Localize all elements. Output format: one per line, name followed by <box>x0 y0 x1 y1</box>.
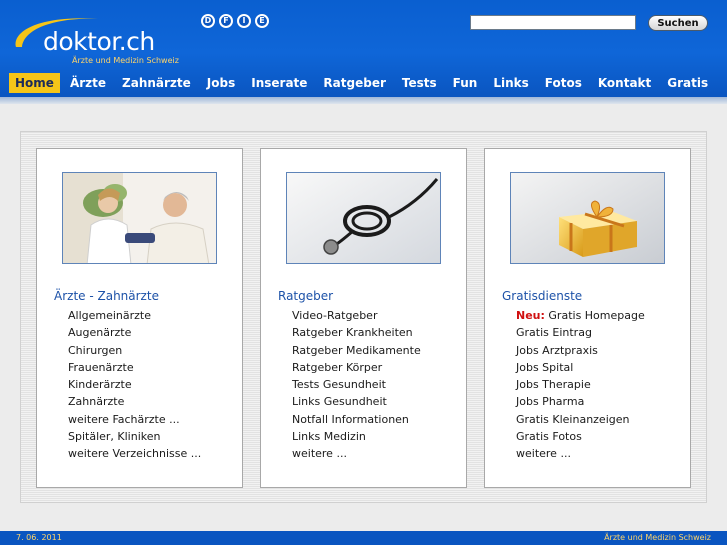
nav-item-kontakt[interactable]: Kontakt <box>590 73 659 93</box>
stethoscope-photo[interactable] <box>286 172 441 264</box>
list-item[interactable]: weitere ... <box>516 445 645 462</box>
column-gratisdienste: Gratisdienste Neu: Gratis Homepage Grati… <box>484 148 691 488</box>
list-item[interactable]: Zahnärzte <box>68 393 201 410</box>
language-switcher: D F I E <box>201 14 269 28</box>
site-header: doktor.ch Ärzte und Medizin Schweiz D F … <box>0 0 727 97</box>
link-list: Neu: Gratis Homepage Gratis Eintrag Jobs… <box>516 307 645 463</box>
list-item[interactable]: Spitäler, Kliniken <box>68 428 201 445</box>
language-it-button[interactable]: I <box>237 14 251 28</box>
search-input[interactable] <box>470 15 636 30</box>
column-ratgeber: Ratgeber Video-Ratgeber Ratgeber Krankhe… <box>260 148 467 488</box>
list-item-label: Gratis Homepage <box>548 309 645 322</box>
search-button[interactable]: Suchen <box>648 15 708 31</box>
list-item[interactable]: Jobs Pharma <box>516 393 645 410</box>
main-nav: Home Ärzte Zahnärzte Jobs Inserate Ratge… <box>9 73 716 93</box>
language-de-button[interactable]: D <box>201 14 215 28</box>
nav-item-zahnaerzte[interactable]: Zahnärzte <box>114 73 199 93</box>
list-item[interactable]: Notfall Informationen <box>292 411 421 428</box>
list-item[interactable]: Ratgeber Medikamente <box>292 342 421 359</box>
list-item[interactable]: Video-Ratgeber <box>292 307 421 324</box>
link-list: Video-Ratgeber Ratgeber Krankheiten Ratg… <box>292 307 421 463</box>
site-footer: 7. 06. 2011 Ärzte und Medizin Schweiz <box>0 531 727 545</box>
new-badge: Neu: <box>516 309 545 322</box>
nav-item-fun[interactable]: Fun <box>445 73 486 93</box>
column-title[interactable]: Ratgeber <box>278 289 333 303</box>
nav-item-tests[interactable]: Tests <box>394 73 445 93</box>
list-item[interactable]: weitere ... <box>292 445 421 462</box>
list-item[interactable]: weitere Verzeichnisse ... <box>68 445 201 462</box>
content-panel: Ärzte - Zahnärzte Allgemeinärzte Augenär… <box>20 131 707 503</box>
list-item[interactable]: Jobs Arztpraxis <box>516 342 645 359</box>
list-item[interactable]: Kinderärzte <box>68 376 201 393</box>
list-item[interactable]: Links Medizin <box>292 428 421 445</box>
nav-item-fotos[interactable]: Fotos <box>537 73 590 93</box>
list-item[interactable]: Gratis Eintrag <box>516 324 645 341</box>
doctor-patient-photo[interactable] <box>62 172 217 264</box>
list-item[interactable]: Jobs Spital <box>516 359 645 376</box>
list-item[interactable]: Chirurgen <box>68 342 201 359</box>
list-item[interactable]: Frauenärzte <box>68 359 201 376</box>
nav-item-links[interactable]: Links <box>485 73 536 93</box>
list-item[interactable]: Links Gesundheit <box>292 393 421 410</box>
language-fr-button[interactable]: F <box>219 14 233 28</box>
list-item[interactable]: Neu: Gratis Homepage <box>516 307 645 324</box>
logo-subtitle: Ärzte und Medizin Schweiz <box>72 56 179 65</box>
column-aerzte: Ärzte - Zahnärzte Allgemeinärzte Augenär… <box>36 148 243 488</box>
column-title[interactable]: Ärzte - Zahnärzte <box>54 289 159 303</box>
list-item[interactable]: Ratgeber Krankheiten <box>292 324 421 341</box>
list-item[interactable]: Augenärzte <box>68 324 201 341</box>
nav-item-inserate[interactable]: Inserate <box>243 73 315 93</box>
nav-item-ratgeber[interactable]: Ratgeber <box>315 73 393 93</box>
nav-item-gratis[interactable]: Gratis <box>659 73 716 93</box>
list-item[interactable]: Tests Gesundheit <box>292 376 421 393</box>
footer-tagline: Ärzte und Medizin Schweiz <box>604 533 711 542</box>
column-title[interactable]: Gratisdienste <box>502 289 582 303</box>
nav-item-jobs[interactable]: Jobs <box>199 73 243 93</box>
gift-box-photo[interactable] <box>510 172 665 264</box>
header-divider <box>0 97 727 104</box>
list-item[interactable]: Jobs Therapie <box>516 376 645 393</box>
list-item[interactable]: weitere Fachärzte ... <box>68 411 201 428</box>
list-item[interactable]: Ratgeber Körper <box>292 359 421 376</box>
footer-date: 7. 06. 2011 <box>16 533 62 542</box>
list-item[interactable]: Allgemeinärzte <box>68 307 201 324</box>
link-list: Allgemeinärzte Augenärzte Chirurgen Frau… <box>68 307 201 463</box>
language-en-button[interactable]: E <box>255 14 269 28</box>
nav-item-home[interactable]: Home <box>9 73 60 93</box>
logo-text[interactable]: doktor.ch <box>43 27 155 56</box>
list-item[interactable]: Gratis Fotos <box>516 428 645 445</box>
list-item[interactable]: Gratis Kleinanzeigen <box>516 411 645 428</box>
nav-item-aerzte[interactable]: Ärzte <box>62 73 114 93</box>
